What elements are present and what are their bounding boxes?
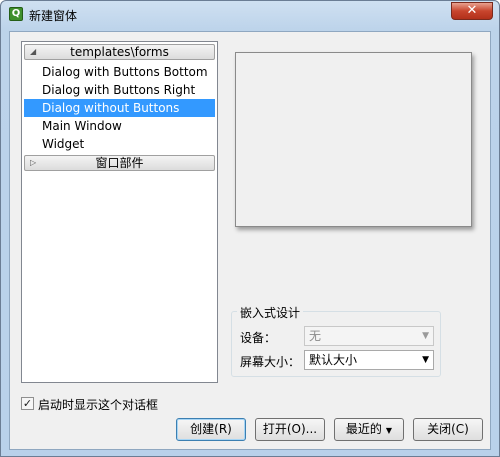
dialog-client-area: ◢ templates\forms Dialog with Buttons Bo…	[9, 31, 491, 450]
expanded-arrow-icon: ◢	[30, 47, 37, 56]
screen-size-combo[interactable]: 默认大小 ▼	[304, 350, 434, 370]
device-combo[interactable]: 无 ▼	[304, 326, 434, 346]
tree-item-widget[interactable]: Widget	[24, 135, 215, 153]
tree-item-dialog-buttons-right[interactable]: Dialog with Buttons Right	[24, 81, 215, 99]
screen-size-value: 默认大小	[309, 353, 358, 367]
window-title: 新建窗体	[29, 9, 78, 23]
tree-item-dialog-buttons-bottom[interactable]: Dialog with Buttons Bottom	[24, 63, 215, 81]
create-button[interactable]: 创建(R)	[176, 418, 246, 441]
show-on-startup-label[interactable]: 启动时显示这个对话框	[38, 396, 158, 413]
new-form-dialog: Q 新建窗体 ✕ ◢ templates\forms Dialog with B…	[0, 0, 500, 457]
group-header-label: templates\forms	[70, 45, 169, 59]
recent-button[interactable]: 最近的 ▼	[334, 418, 404, 441]
title-bar[interactable]: Q 新建窗体 ✕	[1, 1, 499, 31]
chevron-down-icon: ▼	[422, 355, 429, 365]
chevron-down-icon: ▼	[385, 426, 393, 435]
close-button[interactable]: 关闭(C)	[413, 418, 483, 441]
device-value: 无	[309, 329, 322, 343]
tree-item-dialog-without-buttons[interactable]: Dialog without Buttons	[24, 99, 215, 117]
group-header-label: 窗口部件	[95, 156, 144, 170]
template-tree[interactable]: ◢ templates\forms Dialog with Buttons Bo…	[21, 41, 218, 383]
chevron-down-icon: ▼	[422, 331, 429, 341]
screen-size-label: 屏幕大小：	[240, 355, 301, 369]
recent-button-label: 最近的	[345, 422, 382, 436]
tree-item-main-window[interactable]: Main Window	[24, 117, 215, 135]
app-icon: Q	[9, 7, 23, 21]
group-header-widgets[interactable]: ▷ 窗口部件	[24, 155, 215, 171]
close-window-button[interactable]: ✕	[451, 2, 493, 20]
embedded-design-title: 嵌入式设计	[237, 304, 304, 321]
form-preview	[235, 52, 472, 227]
open-button[interactable]: 打开(O)...	[255, 418, 325, 441]
group-header-templates-forms[interactable]: ◢ templates\forms	[24, 44, 215, 60]
device-label: 设备：	[240, 331, 277, 345]
show-on-startup-checkbox[interactable]: ✓	[21, 397, 34, 410]
collapsed-arrow-icon: ▷	[30, 158, 37, 167]
